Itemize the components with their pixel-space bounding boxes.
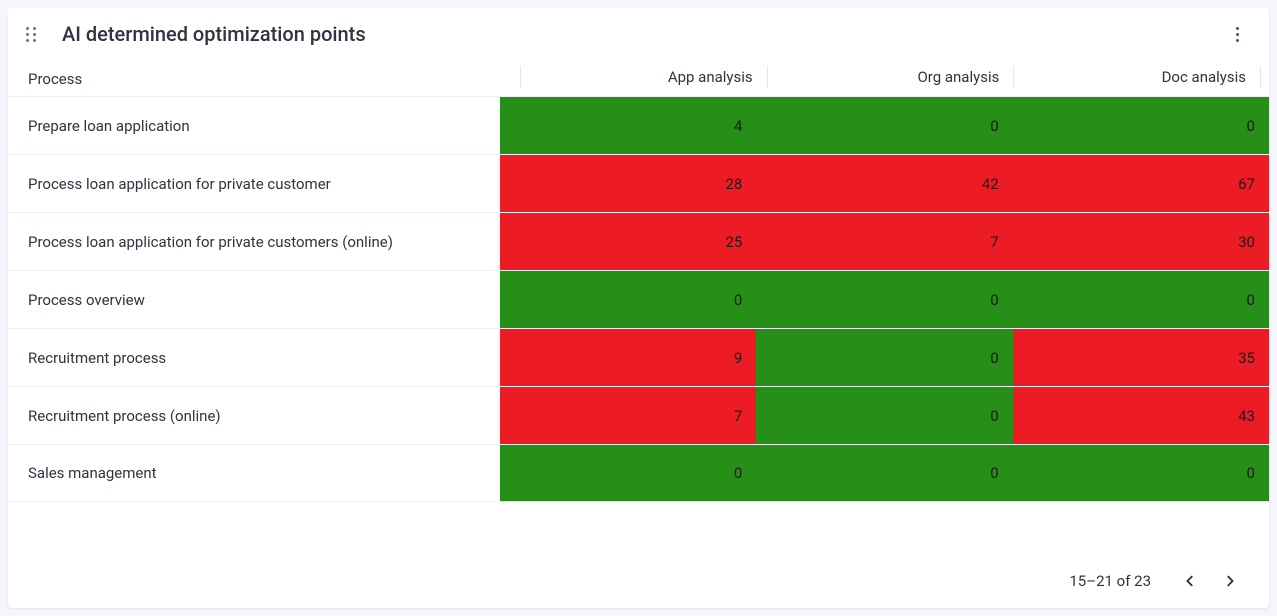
more-menu-button[interactable] [1225,22,1249,46]
table-row[interactable]: Process loan application for private cus… [8,154,1269,212]
column-header-process[interactable]: Process [28,70,520,88]
cell-org: 42 [756,155,1012,212]
cell-process: Recruitment process (online) [8,387,500,444]
table-footer: 15–21 of 23 [8,554,1269,608]
optimization-card: AI determined optimization points Proces… [8,8,1269,608]
cell-org: 0 [756,271,1012,328]
table-row[interactable]: Sales management000 [8,444,1269,502]
card-header: AI determined optimization points [8,8,1269,60]
table-row[interactable]: Process overview000 [8,270,1269,328]
table-header-row: Process App analysis Org analysis Doc an… [8,60,1269,96]
pagination-range: 15–21 of 23 [1069,572,1151,590]
chevron-right-icon [1223,574,1237,588]
pagination-controls [1179,570,1241,592]
cell-doc: 0 [1013,271,1269,328]
table-row[interactable]: Prepare loan application400 [8,96,1269,154]
table-row[interactable]: Recruitment process (online)7043 [8,386,1269,444]
cell-org: 0 [756,445,1012,501]
cell-app: 9 [500,329,756,386]
cell-app: 0 [500,445,756,501]
cell-process: Process overview [8,271,500,328]
cell-app: 7 [500,387,756,444]
column-header-org[interactable]: Org analysis [767,66,1014,88]
cell-org: 0 [756,97,1012,154]
table-body: Prepare loan application400Process loan … [8,96,1269,554]
chevron-left-icon [1183,574,1197,588]
cell-process: Sales management [8,445,500,501]
column-header-doc[interactable]: Doc analysis [1013,66,1261,88]
cell-doc: 30 [1013,213,1269,270]
column-header-app[interactable]: App analysis [520,66,767,88]
cell-org: 0 [756,387,1012,444]
cell-process: Process loan application for private cus… [8,155,500,212]
prev-page-button[interactable] [1179,570,1201,592]
next-page-button[interactable] [1219,570,1241,592]
cell-doc: 35 [1013,329,1269,386]
cell-doc: 67 [1013,155,1269,212]
cell-app: 0 [500,271,756,328]
table-row[interactable]: Recruitment process9035 [8,328,1269,386]
card-title: AI determined optimization points [62,22,1225,46]
cell-org: 0 [756,329,1012,386]
cell-process: Process loan application for private cus… [8,213,500,270]
cell-process: Prepare loan application [8,97,500,154]
cell-process: Recruitment process [8,329,500,386]
cell-app: 25 [500,213,756,270]
table-row[interactable]: Process loan application for private cus… [8,212,1269,270]
drag-handle-icon[interactable] [26,27,40,41]
cell-doc: 43 [1013,387,1269,444]
cell-doc: 0 [1013,445,1269,501]
cell-org: 7 [756,213,1012,270]
cell-app: 28 [500,155,756,212]
cell-app: 4 [500,97,756,154]
cell-doc: 0 [1013,97,1269,154]
